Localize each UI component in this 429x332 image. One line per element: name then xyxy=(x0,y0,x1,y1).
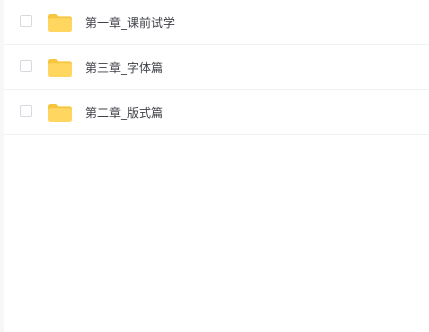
select-checkbox[interactable] xyxy=(20,60,32,72)
list-item[interactable]: 第三章_字体篇 xyxy=(4,45,429,90)
select-checkbox[interactable] xyxy=(20,15,32,27)
file-list: 第一章_课前试学 第三章_字体篇 第二章_版式篇 xyxy=(4,0,429,135)
list-item[interactable]: 第一章_课前试学 xyxy=(4,0,429,45)
folder-name[interactable]: 第三章_字体篇 xyxy=(85,59,163,77)
file-browser-panel: 第一章_课前试学 第三章_字体篇 第二章_版式篇 xyxy=(4,0,429,332)
folder-icon xyxy=(46,57,74,79)
folder-name[interactable]: 第二章_版式篇 xyxy=(85,104,163,122)
list-item[interactable]: 第二章_版式篇 xyxy=(4,90,429,135)
folder-icon xyxy=(46,12,74,34)
folder-name[interactable]: 第一章_课前试学 xyxy=(85,14,175,32)
select-checkbox[interactable] xyxy=(20,105,32,117)
folder-icon xyxy=(46,102,74,124)
